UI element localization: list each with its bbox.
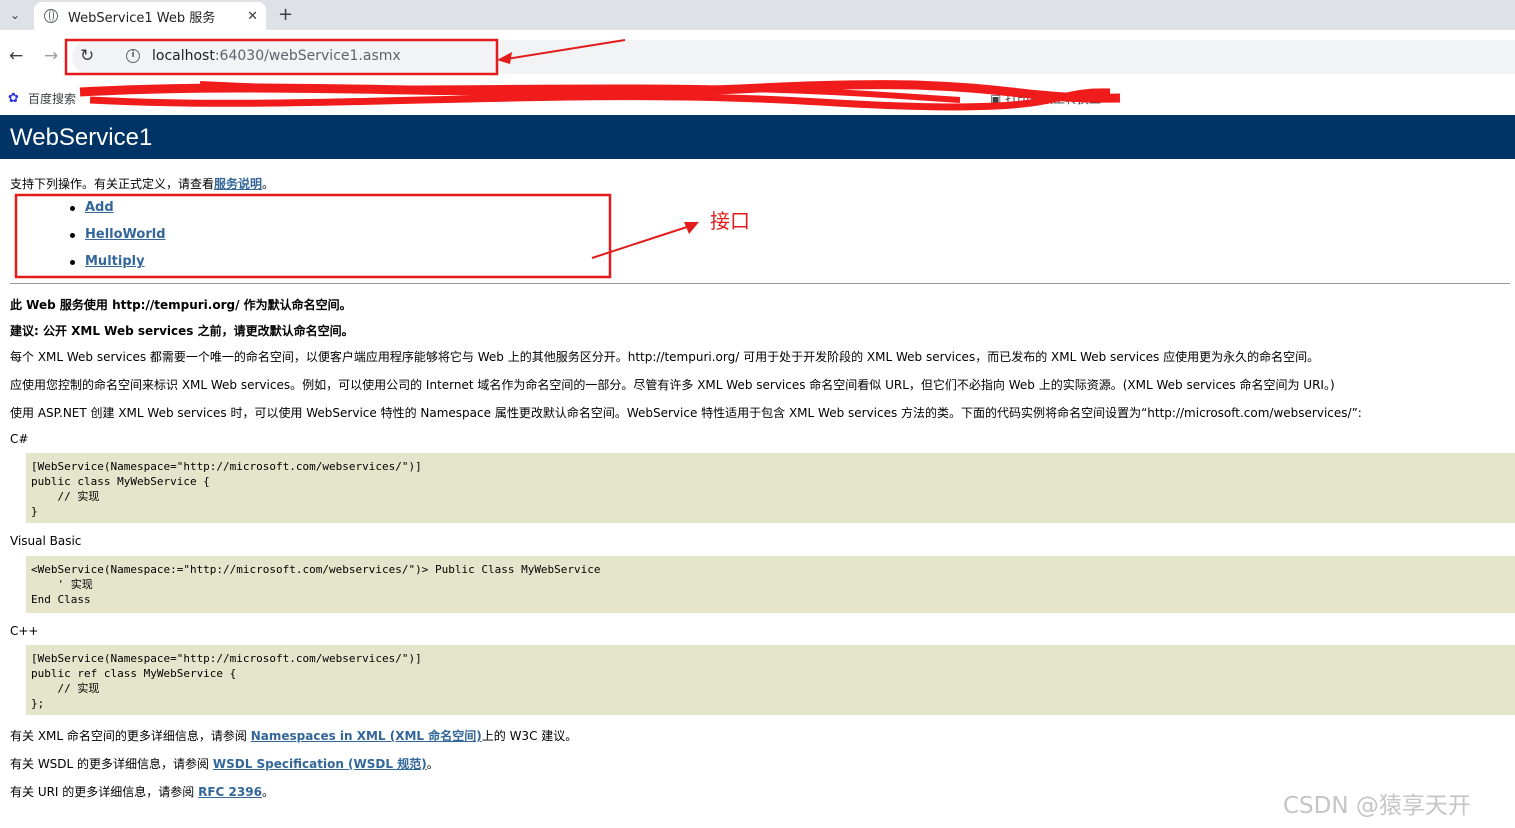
info-icon[interactable]: i	[126, 49, 140, 63]
cpp-code-block: [WebService(Namespace="http://microsoft.…	[26, 645, 1515, 715]
namespace-notice: 此 Web 服务使用 http://tempuri.org/ 作为默认命名空间。	[10, 298, 352, 312]
tab-title: WebService1 Web 服务	[68, 10, 216, 26]
bookmark-printer[interactable]: ▣ 打印机双工转换工	[990, 90, 1101, 107]
divider	[10, 283, 1510, 284]
page-title: WebService1	[10, 124, 153, 151]
close-icon[interactable]: ✕	[247, 9, 258, 24]
csharp-label: C#	[10, 432, 29, 446]
forward-icon[interactable]: →	[44, 46, 58, 66]
operation-link-add[interactable]: Add	[85, 200, 114, 215]
reference-uri: 有关 URI 的更多详细信息，请参阅 RFC 2396。	[10, 783, 274, 800]
chevron-down-icon: ⌄	[9, 8, 21, 22]
list-item: Add	[70, 200, 166, 227]
globe-icon	[44, 9, 58, 23]
url-host: localhost	[152, 48, 215, 64]
operations-list: Add HelloWorld Multiply	[70, 200, 166, 281]
browser-toolbar: ← → ↻ i localhost:64030/webService1.asmx	[0, 30, 1515, 84]
list-item: HelloWorld	[70, 227, 166, 254]
tab-search-button[interactable]: ⌄	[4, 4, 26, 26]
back-icon[interactable]: ←	[9, 46, 23, 66]
list-item: Multiply	[70, 254, 166, 281]
ref-prefix: 有关 URI 的更多详细信息，请参阅	[10, 785, 199, 799]
paragraph-namespace-unique: 每个 XML Web services 都需要一个唯一的命名空间，以便客户端应用…	[10, 350, 1320, 364]
ref-suffix: 上的 W3C 建议。	[481, 729, 578, 743]
service-description-link[interactable]: 服务说明	[214, 177, 262, 191]
browser-tab[interactable]: WebService1 Web 服务 ✕	[34, 2, 266, 30]
vb-code-block: <WebService(Namespace:="http://microsoft…	[26, 556, 1515, 613]
page-header: WebService1	[0, 115, 1515, 159]
url-text[interactable]: localhost:64030/webService1.asmx	[152, 48, 401, 64]
reload-icon[interactable]: ↻	[80, 46, 94, 66]
url-path: :64030/webService1.asmx	[214, 48, 401, 64]
reference-xml-namespaces: 有关 XML 命名空间的更多详细信息，请参阅 Namespaces in XML…	[10, 727, 577, 744]
ref-suffix: 。	[426, 757, 439, 771]
bookmark-baidu[interactable]: ✿ 百度搜索	[8, 90, 76, 107]
address-bar[interactable]: ↻ i localhost:64030/webService1.asmx	[72, 40, 1515, 74]
namespace-recommendation: 建议: 公开 XML Web services 之前，请更改默认命名空间。	[10, 324, 354, 338]
new-tab-button[interactable]: +	[278, 4, 293, 25]
interface-arrow	[591, 225, 691, 259]
paragraph-namespace-attribute: 使用 ASP.NET 创建 XML Web services 时，可以使用 We…	[10, 406, 1362, 420]
tab-strip: ⌄ WebService1 Web 服务 ✕ +	[0, 0, 1515, 30]
ref-prefix: 有关 XML 命名空间的更多详细信息，请参阅	[10, 729, 251, 743]
rfc-2396-link[interactable]: RFC 2396	[198, 785, 262, 799]
intro-suffix: 。	[262, 177, 275, 191]
intro-prefix: 支持下列操作。有关正式定义，请查看	[10, 177, 215, 191]
wsdl-specification-link[interactable]: WSDL Specification (WSDL 规范)	[213, 757, 427, 771]
interface-arrowhead	[684, 222, 699, 234]
operation-link-helloworld[interactable]: HelloWorld	[85, 227, 166, 242]
interface-annotation-label: 接口	[710, 209, 750, 233]
ref-suffix: 。	[261, 785, 274, 799]
reference-wsdl: 有关 WSDL 的更多详细信息，请参阅 WSDL Specification (…	[10, 755, 439, 772]
bookmarks-bar: ✿ 百度搜索 ▣ 打印机双工转换工	[0, 84, 1515, 115]
watermark: CSDN @猿享天开	[1283, 793, 1471, 819]
bookmark-label: 百度搜索	[28, 92, 77, 106]
csharp-code-block: [WebService(Namespace="http://microsoft.…	[26, 453, 1515, 523]
paragraph-namespace-control: 应使用您控制的命名空间来标识 XML Web services。例如，可以使用公…	[10, 378, 1335, 392]
vb-label: Visual Basic	[10, 534, 82, 548]
paw-icon: ✿	[8, 90, 19, 106]
cpp-label: C++	[10, 624, 39, 638]
operation-link-multiply[interactable]: Multiply	[85, 254, 145, 269]
ref-prefix: 有关 WSDL 的更多详细信息，请参阅	[10, 757, 213, 771]
namespaces-in-xml-link[interactable]: Namespaces in XML (XML 命名空间)	[251, 729, 482, 743]
intro-text: 支持下列操作。有关正式定义，请查看服务说明。	[10, 175, 274, 192]
